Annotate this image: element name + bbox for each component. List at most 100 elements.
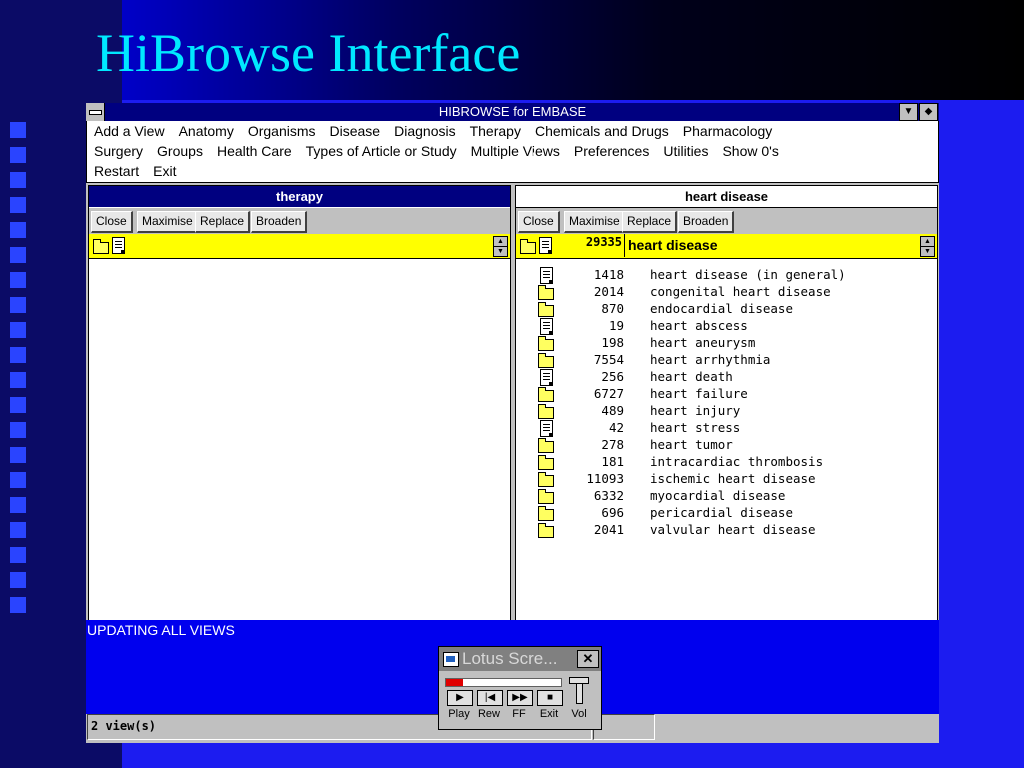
right_pane-replace-button[interactable]: Replace	[622, 211, 678, 233]
item-label: heart abscess	[650, 318, 748, 333]
left_pane-maximise-button[interactable]: Maximise	[137, 211, 199, 233]
player-titlebar[interactable]: Lotus Scre... ✕	[439, 647, 601, 671]
menu-row-1: Add a View Anatomy Organisms Disease Diagnos…	[94, 121, 786, 141]
ff-button[interactable]: ▶▶	[507, 690, 533, 706]
list-item[interactable]: 6332 myocardial disease	[516, 487, 936, 504]
menu-item-diagnosis[interactable]: Diagnosis	[394, 123, 455, 139]
menu-item-therapy[interactable]: Therapy	[470, 123, 521, 139]
right_pane-broaden-button[interactable]: Broaden	[678, 211, 735, 233]
item-label: intracardiac thrombosis	[650, 454, 824, 469]
decor-square	[10, 247, 26, 263]
decor-square	[10, 422, 26, 438]
player-button-label: FF	[512, 708, 526, 720]
decor-square	[10, 522, 26, 538]
exit-button[interactable]: ■	[537, 690, 563, 706]
list-item[interactable]: 2014 congenital heart disease	[516, 283, 936, 300]
item-label: ischemic heart disease	[650, 471, 816, 486]
menu-item-restart[interactable]: Restart	[94, 163, 139, 179]
player-close-button[interactable]: ✕	[577, 650, 599, 668]
list-item[interactable]: 278 heart tumor	[516, 436, 936, 453]
decor-square	[10, 272, 26, 288]
list-item[interactable]: 870 endocardial disease	[516, 300, 936, 317]
rewind-icon: |◀	[484, 692, 496, 703]
list-item[interactable]: 489 heart injury	[516, 402, 936, 419]
right-pane-toolbar: Close Maximise Replace Broaden	[516, 208, 937, 234]
item-count: 2014	[593, 284, 624, 299]
menu-item-types-of-article-or-study[interactable]: Types of Article or Study	[306, 143, 457, 159]
item-label: endocardial disease	[650, 301, 793, 316]
decor-square	[10, 347, 26, 363]
left_pane-broaden-button[interactable]: Broaden	[251, 211, 308, 233]
menu-item-disease[interactable]: Disease	[330, 123, 381, 139]
menu-item-exit[interactable]: Exit	[153, 163, 176, 179]
scroll-down-icon[interactable]: ▼	[493, 246, 508, 257]
restore-button[interactable]: ◆	[919, 103, 938, 121]
list-item[interactable]: 696 pericardial disease	[516, 504, 936, 521]
list-item[interactable]: 256 heart death	[516, 368, 936, 386]
slide-title: HiBrowse Interface	[96, 23, 521, 83]
grid-icon: ■	[546, 692, 554, 703]
menu-item-chemicals-and-drugs[interactable]: Chemicals and Drugs	[535, 123, 669, 139]
menu-item-preferences[interactable]: Preferences	[574, 143, 649, 159]
list-item[interactable]: 7554 heart arrhythmia	[516, 351, 936, 368]
rew-button[interactable]: |◀	[477, 690, 503, 706]
decor-square	[10, 372, 26, 388]
status-message: UPDATING ALL VIEWS	[87, 622, 235, 638]
item-count: 6332	[593, 488, 624, 503]
item-count: 256	[601, 369, 624, 384]
decor-square	[10, 297, 26, 313]
decor-square	[10, 222, 26, 238]
views-count: 2 view(s)	[91, 719, 157, 733]
list-item[interactable]: 198 heart aneurysm	[516, 334, 936, 351]
menu-item-pharmacology[interactable]: Pharmacology	[683, 123, 773, 139]
right-pane-current-term[interactable]: 29335 heart disease ▲ ▼	[516, 234, 937, 259]
list-item[interactable]: 42 heart stress	[516, 419, 936, 437]
left_pane-replace-button[interactable]: Replace	[195, 211, 251, 233]
scroll-down-icon[interactable]: ▼	[920, 246, 935, 257]
menu-item-anatomy[interactable]: Anatomy	[179, 123, 234, 139]
left_pane-close-button[interactable]: Close	[91, 211, 133, 233]
document-icon[interactable]	[112, 237, 125, 254]
decor-square	[10, 147, 26, 163]
play-button[interactable]: ▶	[447, 690, 473, 706]
list-item[interactable]: 11093 ischemic heart disease	[516, 470, 936, 487]
document-icon[interactable]	[539, 237, 552, 254]
player-progress-bar[interactable]	[445, 678, 562, 687]
open-folder-icon[interactable]	[93, 239, 109, 254]
volume-slider-icon[interactable]	[569, 677, 589, 704]
right_pane-close-button[interactable]: Close	[518, 211, 560, 233]
play-icon: ▶	[456, 692, 464, 703]
list-item[interactable]: 2041 valvular heart disease	[516, 521, 936, 538]
list-item[interactable]: 181 intracardiac thrombosis	[516, 453, 936, 470]
menu-item-multiple-views[interactable]: Multiple Views	[471, 143, 560, 159]
decor-square	[10, 472, 26, 488]
minimize-button[interactable]: ▼	[899, 103, 918, 121]
left-pane-title: therapy	[89, 186, 510, 207]
list-item[interactable]: 1418 heart disease (in general)	[516, 266, 936, 284]
down-arrow-icon: ▼	[903, 106, 914, 117]
window-titlebar[interactable]: HIBROWSE for EMBASE ▼ ◆	[86, 103, 939, 121]
right_pane-maximise-button[interactable]: Maximise	[564, 211, 626, 233]
open-folder-icon[interactable]	[520, 239, 536, 254]
menu-item-groups[interactable]: Groups	[157, 143, 203, 159]
menu-item-show-0-s[interactable]: Show 0's	[722, 143, 778, 159]
player-button-label: Play	[448, 708, 470, 720]
window-title: HIBROWSE for EMBASE	[438, 104, 587, 119]
menu-item-utilities[interactable]: Utilities	[663, 143, 708, 159]
item-count: 870	[601, 301, 624, 316]
menu-item-add-a-view[interactable]: Add a View	[94, 123, 165, 139]
list-item[interactable]: 19 heart abscess	[516, 317, 936, 335]
right-pane-title: heart disease	[516, 186, 937, 208]
menu-item-surgery[interactable]: Surgery	[94, 143, 143, 159]
system-menu-icon[interactable]	[86, 103, 105, 121]
decor-square	[10, 597, 26, 613]
volume-label: Vol	[571, 708, 587, 720]
menu-item-organisms[interactable]: Organisms	[248, 123, 316, 139]
list-item[interactable]: 6727 heart failure	[516, 385, 936, 402]
menu-item-health-care[interactable]: Health Care	[217, 143, 292, 159]
item-count: 42	[608, 420, 624, 435]
left-pane-current-term[interactable]: ▲ ▼	[89, 234, 510, 259]
head-label: heart disease	[628, 237, 718, 253]
head-count: 29335	[585, 235, 622, 249]
item-count: 1418	[593, 267, 624, 282]
